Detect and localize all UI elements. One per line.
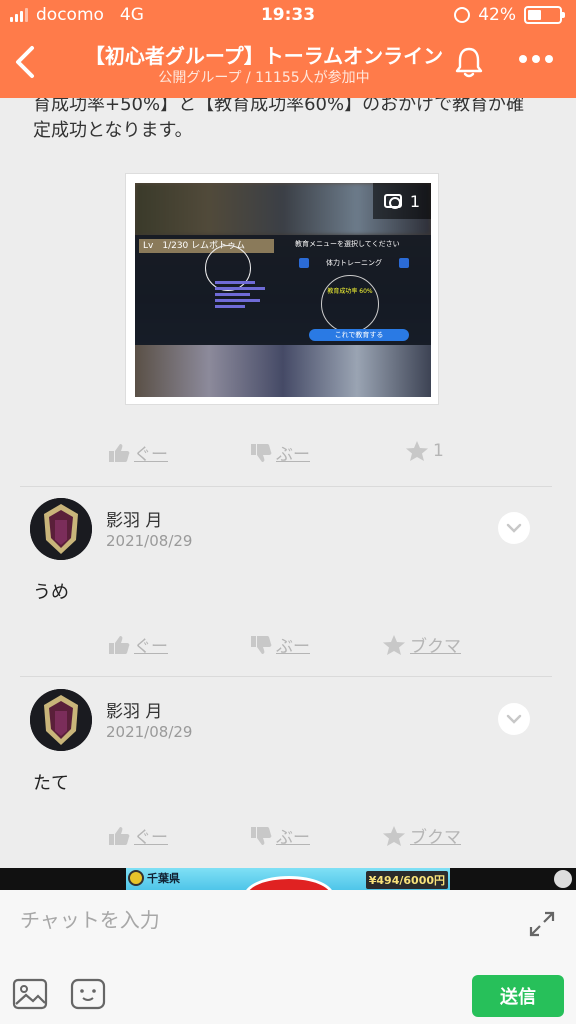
chevron-down-icon [506,523,522,533]
group-subtitle: 公開グループ / 11155人が参加中 [158,70,370,86]
ad-close-icon[interactable] [554,870,572,888]
rotation-lock-icon [454,7,471,23]
nav-bar: 【初心者グループ】トーラムオンライン 公開グループ / 11155人が参加中 [0,30,576,98]
post-body-text: 育成功率+50%】と【教育成功率60%】のおかげで教育が確定成功となります。 [33,98,525,141]
thumbs-down-icon [251,826,272,845]
page-title: 【初心者グループ】トーラムオンライン [84,44,444,68]
boo-button[interactable]: ぶー [250,823,310,848]
chat-input[interactable]: チャットを入力 [20,904,160,933]
photo-count-badge: 1 [373,183,431,219]
comment-author[interactable]: 影羽 月 [106,506,162,531]
expand-icon[interactable] [528,910,556,938]
sticker-icon[interactable] [70,978,106,1010]
thumbs-down-icon [251,635,272,654]
thumbs-down-icon [251,443,272,462]
battery-icon [524,6,565,24]
comment-menu-button[interactable] [498,703,530,735]
send-button[interactable]: 送信 [472,975,564,1017]
more-options-icon[interactable] [518,52,554,66]
avatar[interactable] [30,498,92,560]
game-success-rate: 教育成功率 60% [321,275,379,333]
ad-banner[interactable]: 千葉県 ¥494/6000円 [0,868,576,890]
bookmark-button[interactable]: ブクマ [382,823,461,848]
coin-icon [128,870,144,886]
thumbs-up-icon [109,635,130,654]
game-button: これで教育する [309,329,409,341]
post-reactions: ぐー ぶー 1 [0,440,576,476]
shield-avatar-icon [30,498,92,560]
image-icon[interactable] [12,978,48,1010]
boo-button[interactable]: ぶー [250,440,310,465]
comment-text: うめ [33,582,69,603]
post-photo[interactable]: Lv 1/230 レムボトゥム 教育メニューを選択してください 体力トレーニング… [125,173,439,405]
comment-item: 影羽 月 2021/08/29 たて ぐー ぶー ブクマ [0,677,576,867]
star-icon [406,441,428,461]
ad-left-text: 千葉県 [147,872,180,885]
bookmark-button[interactable]: ブクマ [382,632,461,657]
shield-avatar-icon [30,689,92,751]
chat-composer: チャットを入力 送信 [0,890,576,1024]
star-icon [383,825,405,846]
comment-reactions: ぐー ぶー ブクマ [0,632,576,668]
status-bar: docomo 4G 19:33 42% [0,0,576,30]
game-screenshot: Lv 1/230 レムボトゥム 教育メニューを選択してください 体力トレーニング… [135,183,431,397]
avatar[interactable] [30,689,92,751]
comment-date: 2021/08/29 [106,532,193,550]
chevron-down-icon [506,714,522,724]
camera-icon [383,194,402,209]
game-level-bar: Lv 1/230 レムボトゥム [139,239,274,253]
top-bar: docomo 4G 19:33 42% 【初心者グループ】トーラムオンライン 公… [0,0,576,98]
thumbs-up-icon [109,443,130,462]
comment-item: 影羽 月 2021/08/29 うめ ぐー ぶー ブクマ [0,486,576,676]
good-button[interactable]: ぐー [108,440,168,465]
star-button[interactable]: 1 [405,440,444,462]
bell-icon[interactable] [452,44,486,80]
game-menu-title: 教育メニューを選択してください [295,240,400,248]
good-button[interactable]: ぐー [108,632,168,657]
thread-content[interactable]: 育成功率+50%】と【教育成功率60%】のおかげで教育が確定成功となります。 L… [0,98,576,868]
comment-reactions: ぐー ぶー ブクマ [0,823,576,859]
comment-text: たて [33,773,69,794]
boo-button[interactable]: ぶー [250,632,310,657]
ad-right-text: ¥494/6000円 [365,871,448,889]
good-button[interactable]: ぐー [108,823,168,848]
back-arrow-icon[interactable] [10,42,42,82]
battery-percent: 42% [478,5,516,25]
comment-author[interactable]: 影羽 月 [106,697,162,722]
star-icon [383,634,405,655]
thumbs-up-icon [109,826,130,845]
comment-menu-button[interactable] [498,512,530,544]
game-menu-item: 体力トレーニング [326,259,382,267]
comment-date: 2021/08/29 [106,723,193,741]
